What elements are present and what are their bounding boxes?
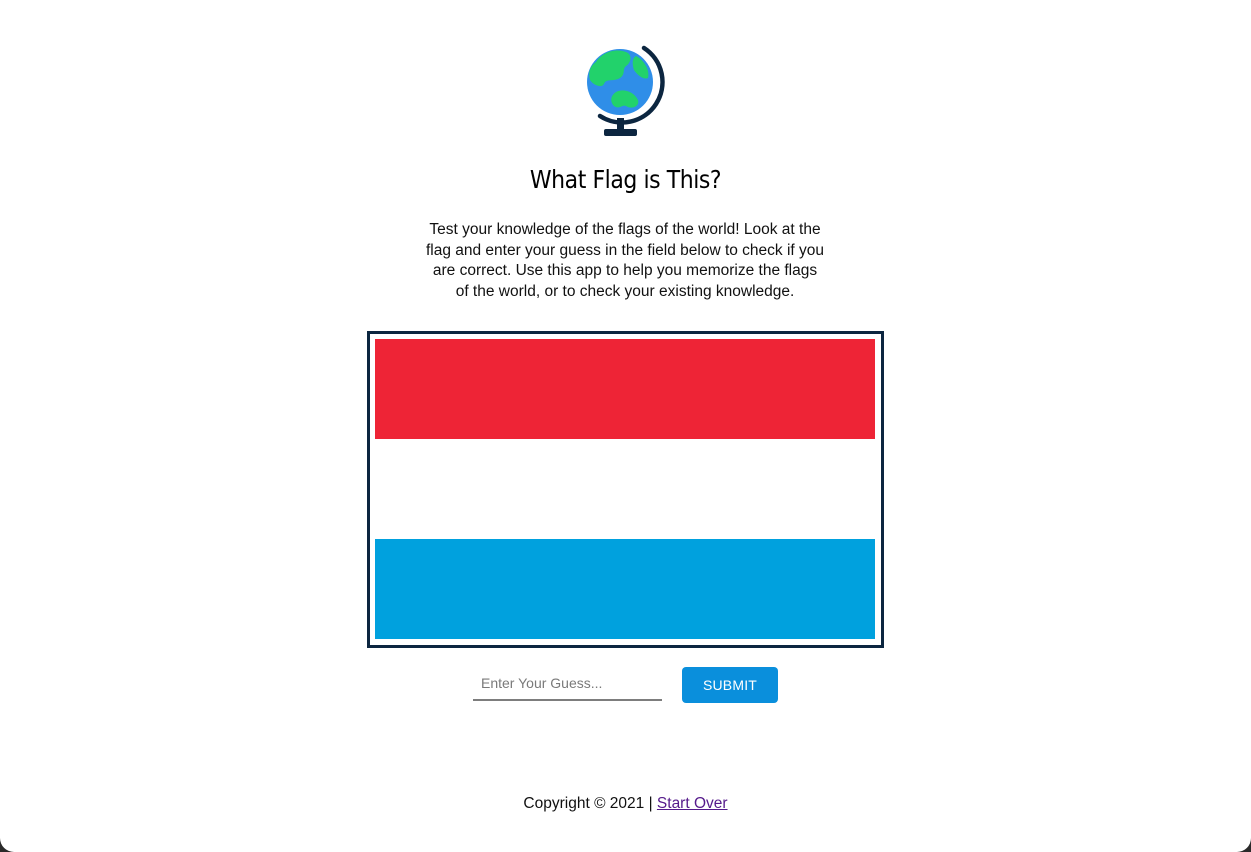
footer: Copyright © 2021 | Start Over bbox=[0, 795, 1251, 813]
intro-text: Test your knowledge of the flags of the … bbox=[425, 221, 825, 301]
copyright-text: Copyright © 2021 | bbox=[523, 795, 653, 812]
flag-stripe-bottom bbox=[375, 539, 875, 639]
flag-image bbox=[375, 339, 875, 639]
submit-button[interactable]: SUBMIT bbox=[682, 667, 778, 703]
guess-input[interactable] bbox=[473, 667, 662, 701]
page-title: What Flag is This? bbox=[529, 165, 722, 194]
app-page: What Flag is This? Test your knowledge o… bbox=[0, 0, 1251, 852]
globe-icon bbox=[582, 44, 666, 144]
start-over-link[interactable]: Start Over bbox=[657, 795, 728, 812]
flag-frame bbox=[367, 331, 884, 648]
window-corner-left bbox=[0, 838, 14, 852]
flag-stripe-middle bbox=[375, 439, 875, 539]
flag-stripe-top bbox=[375, 339, 875, 439]
window-corner-right bbox=[1237, 838, 1251, 852]
